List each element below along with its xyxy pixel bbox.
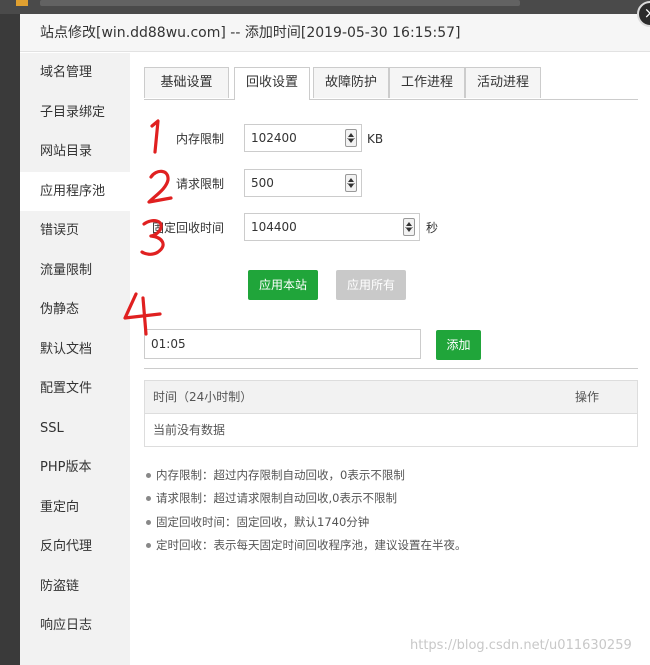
table-empty-text: 当前没有数据 xyxy=(153,423,226,437)
table-header-action: 操作 xyxy=(575,390,600,404)
schedule-time-input[interactable]: 01:05 xyxy=(144,329,421,359)
watermark: https://blog.csdn.net/u011630259 xyxy=(410,638,632,653)
memory-limit-unit: KB xyxy=(367,132,384,146)
sidebar-item-rewrite[interactable]: 伪静态 xyxy=(20,290,130,330)
sidebar-item-php-version[interactable]: PHP版本 xyxy=(20,448,130,488)
apply-all-button[interactable]: 应用所有 xyxy=(336,270,406,300)
note-timed-recycle: 定时回收：表示每天固定时间回收程序池，建议设置在半夜。 xyxy=(144,534,638,557)
sidebar-item-response-log[interactable]: 响应日志 xyxy=(20,606,130,646)
sidebar-item-config-file[interactable]: 配置文件 xyxy=(20,369,130,409)
fixed-recycle-unit: 秒 xyxy=(426,221,439,235)
tab-active-process[interactable]: 活动进程 xyxy=(465,67,541,98)
bullet-icon xyxy=(146,496,151,502)
fixed-recycle-label: 固定回收时间 xyxy=(151,221,224,235)
bullet-icon xyxy=(146,542,151,548)
sidebar-item-redirect[interactable]: 重定向 xyxy=(20,488,130,528)
divider xyxy=(144,368,638,369)
tab-worker-process[interactable]: 工作进程 xyxy=(389,67,465,98)
note-fixed-recycle: 固定回收时间：固定回收，默认1740分钟 xyxy=(144,511,638,534)
note-text: 请求限制：超过请求限制自动回收,0表示不限制 xyxy=(156,491,397,506)
note-text: 固定回收时间：固定回收，默认1740分钟 xyxy=(156,514,370,529)
sidebar-item-traffic-limit[interactable]: 流量限制 xyxy=(20,251,130,291)
sidebar-item-hotlink[interactable]: 防盗链 xyxy=(20,567,130,607)
sidebar-item-domain[interactable]: 域名管理 xyxy=(20,53,130,93)
help-notes: 内存限制：超过内存限制自动回收，0表示不限制 请求限制：超过请求限制自动回收,0… xyxy=(144,464,638,557)
note-request-limit: 请求限制：超过请求限制自动回收,0表示不限制 xyxy=(144,487,638,510)
dialog-title: 站点修改[win.dd88wu.com] -- 添加时间[2019-05-30 … xyxy=(20,14,650,52)
request-limit-stepper[interactable] xyxy=(345,174,357,192)
note-text: 内存限制：超过内存限制自动回收，0表示不限制 xyxy=(156,468,405,482)
sidebar-item-default-doc[interactable]: 默认文档 xyxy=(20,330,130,370)
memory-limit-stepper[interactable] xyxy=(345,129,357,147)
warning-icon xyxy=(16,0,28,6)
content-panel: 基础设置 回收设置 故障防护 工作进程 活动进程 内存限制 102400 KB … xyxy=(130,53,650,665)
sidebar-item-app-pool[interactable]: 应用程序池 xyxy=(20,171,130,211)
sidebar-item-reverse-proxy[interactable]: 反向代理 xyxy=(20,527,130,567)
table-header: 时间（24小时制） 操作 xyxy=(145,381,637,414)
fixed-recycle-stepper[interactable] xyxy=(403,218,415,236)
note-memory-limit: 内存限制：超过内存限制自动回收，0表示不限制 xyxy=(144,464,638,487)
note-text: 定时回收：表示每天固定时间回收程序池，建议设置在半夜。 xyxy=(156,537,467,552)
tab-basic[interactable]: 基础设置 xyxy=(144,67,229,98)
tab-recycle[interactable]: 回收设置 xyxy=(234,67,310,100)
schedule-table: 时间（24小时制） 操作 当前没有数据 xyxy=(144,380,638,447)
bullet-icon xyxy=(146,473,151,478)
sidebar-item-site-dir[interactable]: 网站目录 xyxy=(20,132,130,172)
sidebar-item-ssl[interactable]: SSL xyxy=(20,409,130,449)
site-edit-dialog: 站点修改[win.dd88wu.com] -- 添加时间[2019-05-30 … xyxy=(20,1,650,665)
blurred-background-text xyxy=(40,0,520,6)
apply-site-button[interactable]: 应用本站 xyxy=(248,270,318,300)
sidebar-item-error-page[interactable]: 错误页 xyxy=(20,211,130,251)
request-limit-label: 请求限制 xyxy=(175,177,224,191)
bullet-icon xyxy=(146,519,151,525)
tab-fault-protection[interactable]: 故障防护 xyxy=(313,67,389,98)
add-schedule-button[interactable]: 添加 xyxy=(436,330,481,360)
background-window-strip xyxy=(0,0,650,14)
sidebar: 域名管理 子目录绑定 网站目录 应用程序池 错误页 流量限制 伪静态 默认文档 … xyxy=(20,53,130,665)
sidebar-item-subdir[interactable]: 子目录绑定 xyxy=(20,93,130,133)
table-header-time: 时间（24小时制） xyxy=(153,390,253,404)
fixed-recycle-input[interactable]: 104400 xyxy=(244,213,420,241)
memory-limit-label: 内存限制 xyxy=(175,132,224,146)
tab-bar: 基础设置 回收设置 故障防护 工作进程 活动进程 xyxy=(144,67,638,100)
